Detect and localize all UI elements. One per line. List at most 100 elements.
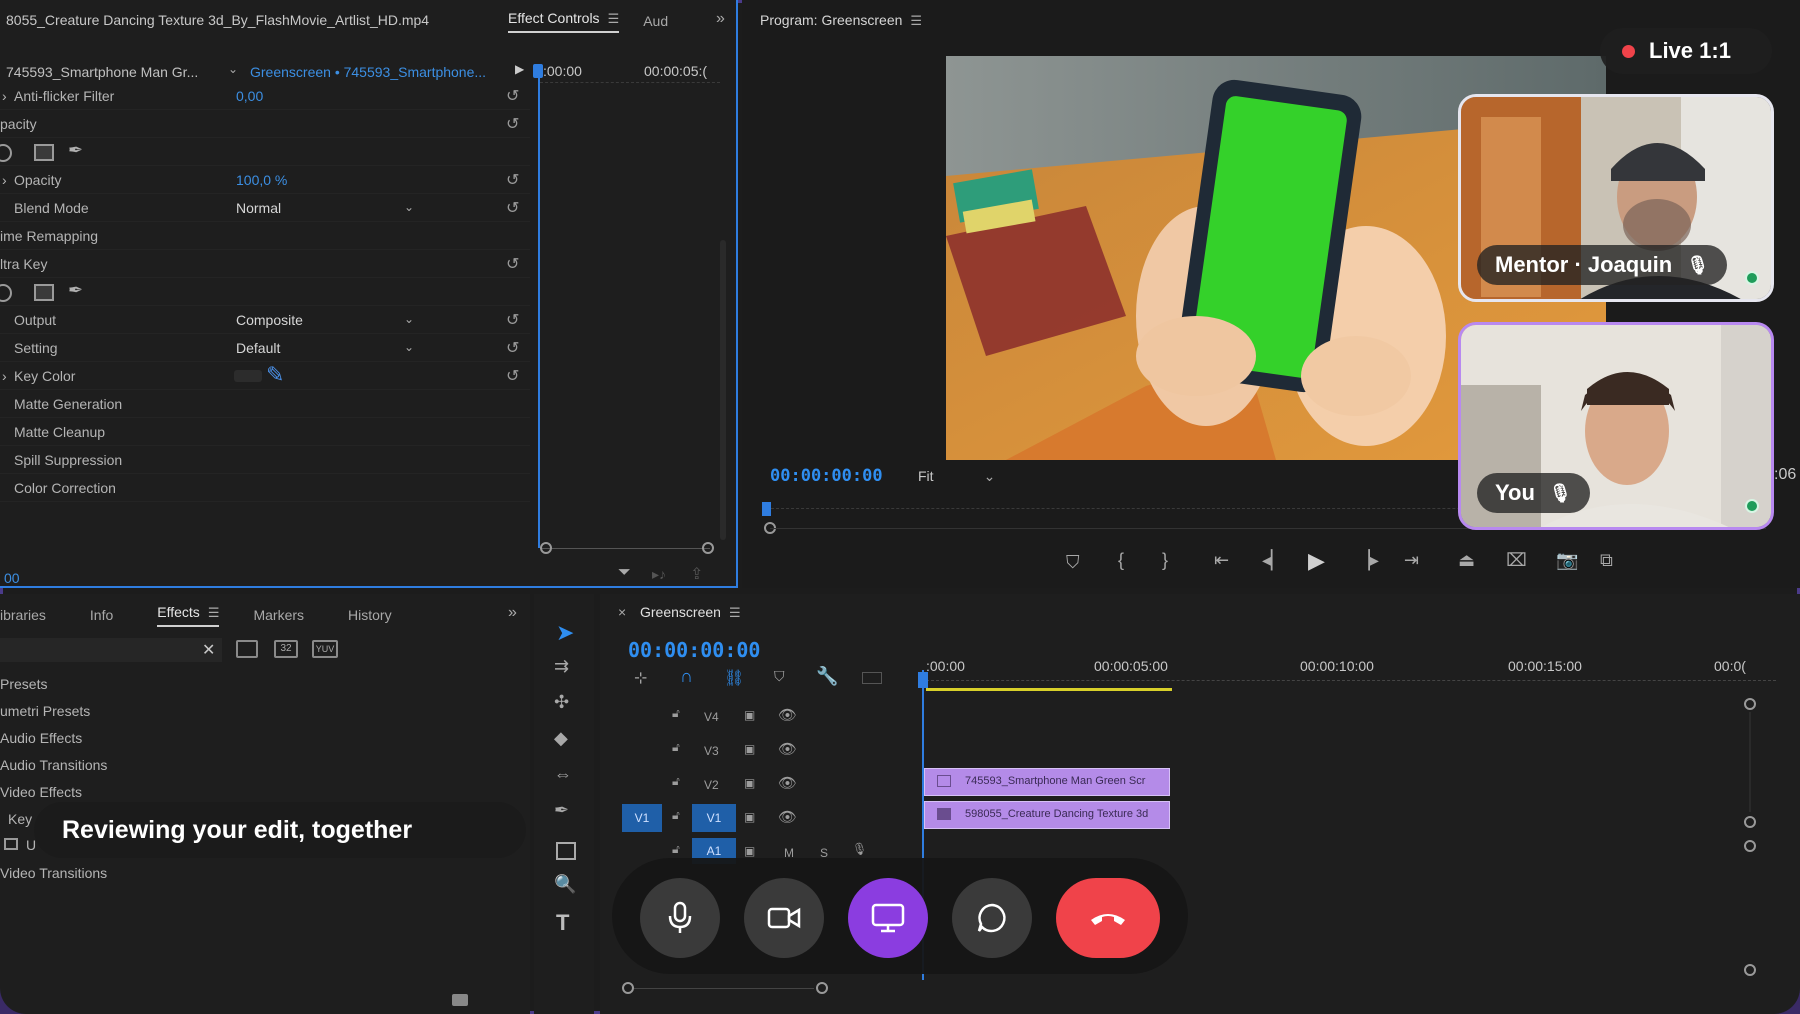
add-marker-icon[interactable]: ⛉ xyxy=(774,668,785,685)
lift-icon[interactable]: ⏏ xyxy=(1458,550,1475,571)
effects-folder-item[interactable]: umetri Presets xyxy=(0,703,90,719)
overflow-chevron-icon[interactable]: » xyxy=(716,10,725,28)
reset-icon[interactable]: ↺ xyxy=(506,114,519,134)
setting-dropdown[interactable]: Default ⌄ xyxy=(236,340,414,356)
play-audio-icon[interactable]: ▸♪ xyxy=(652,566,666,583)
clear-search-icon[interactable]: ✕ xyxy=(202,640,215,660)
chat-button[interactable] xyxy=(952,878,1032,958)
reset-icon[interactable]: ↺ xyxy=(506,338,519,358)
monitor-playhead[interactable] xyxy=(762,502,771,516)
reset-icon[interactable]: ↺ xyxy=(506,310,519,330)
accelerated-effects-icon[interactable] xyxy=(236,640,258,658)
close-sequence-icon[interactable]: × xyxy=(618,604,626,620)
rectangle-tool-icon[interactable] xyxy=(556,842,576,860)
source-patch-v1[interactable]: V1 xyxy=(622,804,662,832)
ripple-edit-tool-icon[interactable]: ✣ xyxy=(554,692,569,713)
expand-chevron-icon[interactable]: › xyxy=(2,88,7,104)
tab-info[interactable]: Info xyxy=(90,607,113,623)
eye-icon[interactable]: 👁︎ xyxy=(778,774,797,792)
go-to-out-icon[interactable]: ⇥ xyxy=(1404,550,1419,571)
pen-tool-icon[interactable]: ✒ xyxy=(554,800,569,821)
pen-mask-icon[interactable]: ✒ xyxy=(68,140,83,161)
camera-button[interactable] xyxy=(744,878,824,958)
zoom-slider-track[interactable] xyxy=(540,548,710,549)
chevron-down-icon[interactable]: ⌄ xyxy=(228,62,238,76)
timeline-zoom-track[interactable] xyxy=(634,988,814,989)
effects-item[interactable]: U xyxy=(4,837,36,853)
tab-libraries[interactable]: ibraries xyxy=(0,607,46,623)
tab-markers[interactable]: Markers xyxy=(253,607,304,623)
effects-folder-item[interactable]: Audio Effects xyxy=(0,730,82,746)
eye-icon[interactable]: 👁︎ xyxy=(778,740,797,758)
tab-effects[interactable]: Effects ☰ xyxy=(157,604,220,627)
play-icon[interactable]: ▶ xyxy=(1308,548,1325,574)
new-bin-icon[interactable] xyxy=(452,994,468,1006)
sync-lock-icon[interactable]: ▣ xyxy=(744,708,755,722)
share-screen-button[interactable] xyxy=(848,878,928,958)
timeline-timecode[interactable]: 00:00:00:00 xyxy=(628,638,760,662)
ellipse-mask-icon[interactable] xyxy=(0,284,12,302)
effects-folder-item[interactable]: Video Transitions xyxy=(0,865,107,881)
reset-icon[interactable]: ↺ xyxy=(506,254,519,274)
vertical-zoom-handle[interactable] xyxy=(1744,698,1756,710)
blend-mode-dropdown[interactable]: Normal ⌄ xyxy=(236,200,414,216)
panel-menu-icon[interactable]: ☰ xyxy=(608,11,620,26)
audio-zoom-handle[interactable] xyxy=(1744,840,1756,852)
panel-menu-icon[interactable]: ☰ xyxy=(208,605,220,620)
work-area-bar[interactable] xyxy=(926,688,1172,691)
timeline-zoom-handle-left[interactable] xyxy=(622,982,634,994)
add-marker-icon[interactable]: ⛉ xyxy=(1066,552,1080,573)
expand-chevron-icon[interactable]: › xyxy=(2,368,7,384)
32-bit-effects-icon[interactable]: 32 xyxy=(274,640,298,658)
zoom-handle-left[interactable] xyxy=(540,542,552,554)
selection-tool-icon[interactable]: ➤ xyxy=(556,620,574,646)
yuv-effects-icon[interactable]: YUV xyxy=(312,640,338,658)
tab-history[interactable]: History xyxy=(348,607,392,623)
panel-menu-icon[interactable]: ☰ xyxy=(910,13,922,28)
rectangle-mask-icon[interactable] xyxy=(34,144,54,161)
sync-lock-icon[interactable]: ▣ xyxy=(744,810,755,824)
sync-lock-icon[interactable]: ▣ xyxy=(744,776,755,790)
compare-view-icon[interactable]: ⧉ xyxy=(1600,550,1613,571)
mentor-video-tile[interactable]: Mentor · Joaquin 🎙︎ xyxy=(1458,94,1774,302)
opacity-value[interactable]: 100,0 % xyxy=(236,172,287,188)
razor-tool-icon[interactable]: ◆ xyxy=(554,728,568,749)
lock-icon[interactable]: 🔓︎ xyxy=(672,808,680,823)
overflow-chevron-icon[interactable]: » xyxy=(508,604,517,622)
effects-folder-item[interactable]: Key xyxy=(8,811,32,827)
mini-playhead[interactable] xyxy=(538,66,540,548)
go-to-in-icon[interactable]: ⇤ xyxy=(1214,550,1229,571)
zoom-dropdown[interactable]: Fit ⌄ xyxy=(918,468,995,485)
eye-icon[interactable]: 👁︎ xyxy=(778,808,797,826)
lock-icon[interactable]: 🔓︎ xyxy=(672,842,680,857)
timeline-zoom-handle-right[interactable] xyxy=(816,982,828,994)
track-select-tool-icon[interactable]: ⇉ xyxy=(554,656,569,677)
mini-playhead-handle[interactable] xyxy=(533,64,543,78)
mute-mic-button[interactable] xyxy=(640,878,720,958)
ellipse-mask-icon[interactable] xyxy=(0,144,12,162)
type-tool-icon[interactable]: T xyxy=(556,910,569,936)
mark-out-icon[interactable]: } xyxy=(1162,550,1168,571)
insert-nest-icon[interactable]: ⊹ xyxy=(634,668,647,688)
sync-lock-icon[interactable]: ▣ xyxy=(744,844,755,858)
audio-zoom-handle[interactable] xyxy=(1744,964,1756,976)
timeline-clip-v1[interactable]: 598055_Creature Dancing Texture 3d xyxy=(924,801,1170,829)
play-triangle-icon[interactable]: ▶ xyxy=(515,62,524,76)
linked-selection-icon[interactable]: ⛓ xyxy=(724,668,744,688)
captions-icon[interactable] xyxy=(862,672,882,684)
wrench-icon[interactable]: 🔧 xyxy=(816,666,838,687)
sync-lock-icon[interactable]: ▣ xyxy=(744,742,755,756)
step-forward-icon[interactable]: ▕▸ xyxy=(1356,550,1379,571)
track-target-v1[interactable]: V1 xyxy=(692,804,736,832)
extract-icon[interactable]: ⌧ xyxy=(1506,550,1527,571)
reset-icon[interactable]: ↺ xyxy=(506,198,519,218)
property-value[interactable]: 0,00 xyxy=(236,88,263,104)
effects-folder-item[interactable]: Video Effects xyxy=(0,784,82,800)
sequence-tab[interactable]: Greenscreen ☰ xyxy=(640,604,741,621)
filter-icon[interactable]: ⏷ xyxy=(618,564,631,582)
reset-icon[interactable]: ↺ xyxy=(506,86,519,106)
reset-icon[interactable]: ↺ xyxy=(506,366,519,386)
effects-folder-item[interactable]: Presets xyxy=(0,676,47,692)
panel-menu-icon[interactable]: ☰ xyxy=(729,605,741,620)
timeline-playhead-handle[interactable] xyxy=(918,672,928,688)
